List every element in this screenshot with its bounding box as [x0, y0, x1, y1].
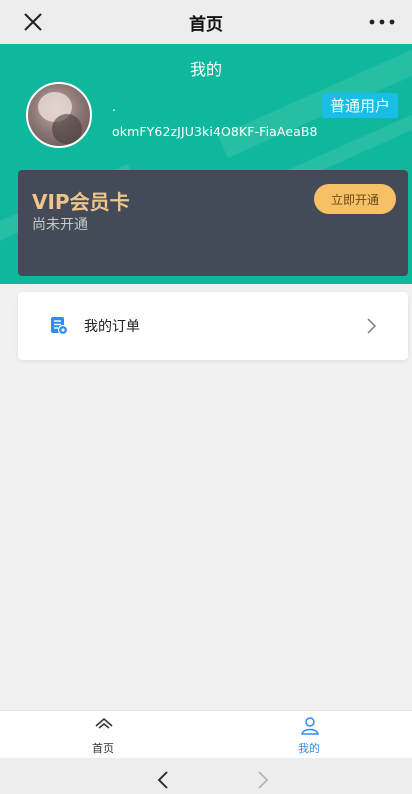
tab-mine-label: 我的 [298, 742, 320, 755]
home-icon [95, 718, 113, 729]
browser-nav-bar [0, 758, 412, 794]
my-orders-item[interactable]: 我的订单 [18, 292, 408, 360]
avatar[interactable] [26, 82, 92, 148]
tab-mine[interactable]: 我的 [206, 711, 412, 758]
bottom-tab-bar: 首页 我的 [0, 710, 412, 758]
activate-vip-button[interactable]: 立即开通 [314, 184, 396, 214]
order-doc-icon [51, 317, 68, 335]
page-title: 我的 [189, 60, 222, 79]
user-id: okmFY62zJJU3ki4O8KF-FiaAeaB8 [112, 124, 318, 139]
vip-card-title: VIP会员卡 [32, 190, 130, 214]
avatar-photo-part [52, 114, 82, 144]
forward-icon[interactable] [256, 770, 270, 790]
back-icon[interactable] [156, 770, 170, 790]
more-icon[interactable] [368, 16, 396, 28]
user-level-badge: 普通用户 [321, 93, 398, 118]
nickname: . [112, 100, 116, 114]
vip-card: VIP会员卡 尚未开通 立即开通 [18, 170, 408, 276]
top-bar: 首页 [0, 0, 412, 44]
my-orders-label: 我的订单 [84, 319, 140, 335]
vip-card-status: 尚未开通 [32, 217, 88, 233]
user-icon [301, 717, 319, 735]
tab-home-label: 首页 [92, 742, 114, 755]
close-icon[interactable] [20, 9, 46, 35]
top-title: 首页 [189, 14, 223, 35]
chevron-right-icon [367, 318, 377, 334]
tab-home[interactable]: 首页 [0, 711, 206, 758]
